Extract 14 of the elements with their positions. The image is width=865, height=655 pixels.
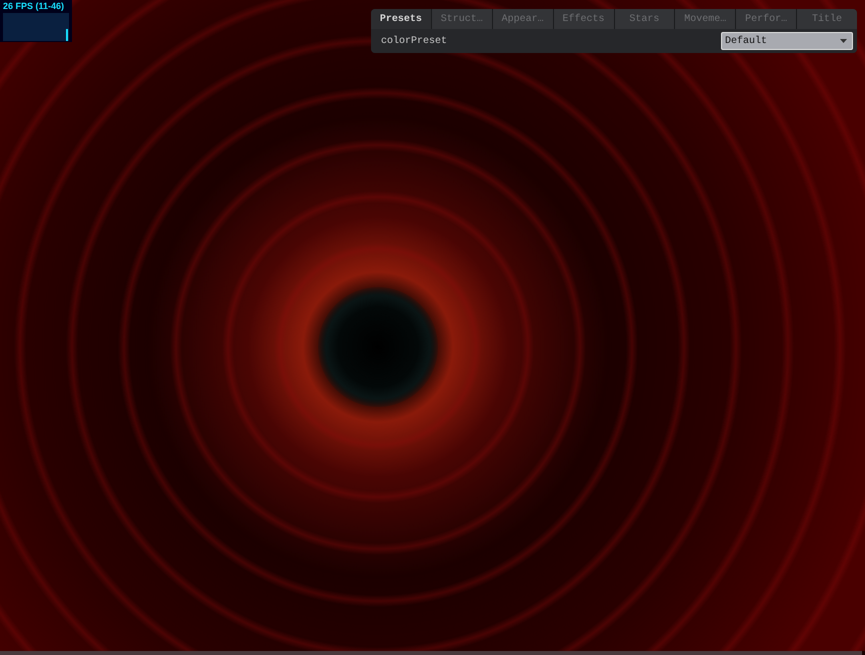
- caret-icon: [840, 39, 847, 43]
- tab[interactable]: Title: [797, 9, 857, 29]
- fps-graph: [3, 13, 69, 41]
- fps-text: 26 FPS (11-46): [2, 0, 66, 12]
- preset-dropdown[interactable]: Default: [721, 32, 853, 50]
- tab[interactable]: Perfor…: [736, 9, 796, 29]
- tab[interactable]: Moveme…: [675, 9, 736, 29]
- control-label: colorPreset: [381, 36, 448, 46]
- tab[interactable]: Appear…: [492, 9, 553, 29]
- tab[interactable]: Struct…: [432, 9, 492, 29]
- scrollbar[interactable]: [0, 651, 862, 655]
- tab[interactable]: Presets: [371, 9, 431, 29]
- tab[interactable]: Stars: [614, 9, 674, 29]
- tab[interactable]: Effects: [554, 9, 614, 29]
